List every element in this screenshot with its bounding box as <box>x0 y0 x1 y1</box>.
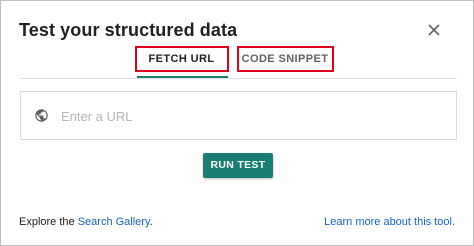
footer-explore-text: Explore the Search Gallery. <box>19 216 153 228</box>
search-gallery-link[interactable]: Search Gallery <box>78 216 150 228</box>
highlight-box-fetch-url <box>135 46 229 72</box>
url-input[interactable] <box>59 106 443 126</box>
globe-icon <box>34 108 49 123</box>
dialog-title: Test your structured data <box>19 20 238 40</box>
tab-divider <box>20 78 457 79</box>
close-icon[interactable] <box>425 21 443 39</box>
explore-suffix: . <box>149 216 153 228</box>
globe-icon-glyph <box>35 109 48 122</box>
learn-more-link[interactable]: Learn more about this tool. <box>324 216 455 228</box>
close-icon-glyph <box>428 24 440 36</box>
explore-prefix: Explore the <box>19 216 78 228</box>
structured-data-dialog: Test your structured data FETCH URL CODE… <box>0 0 474 246</box>
run-test-button[interactable]: RUN TEST <box>203 153 273 178</box>
highlight-box-code-snippet <box>237 46 334 72</box>
